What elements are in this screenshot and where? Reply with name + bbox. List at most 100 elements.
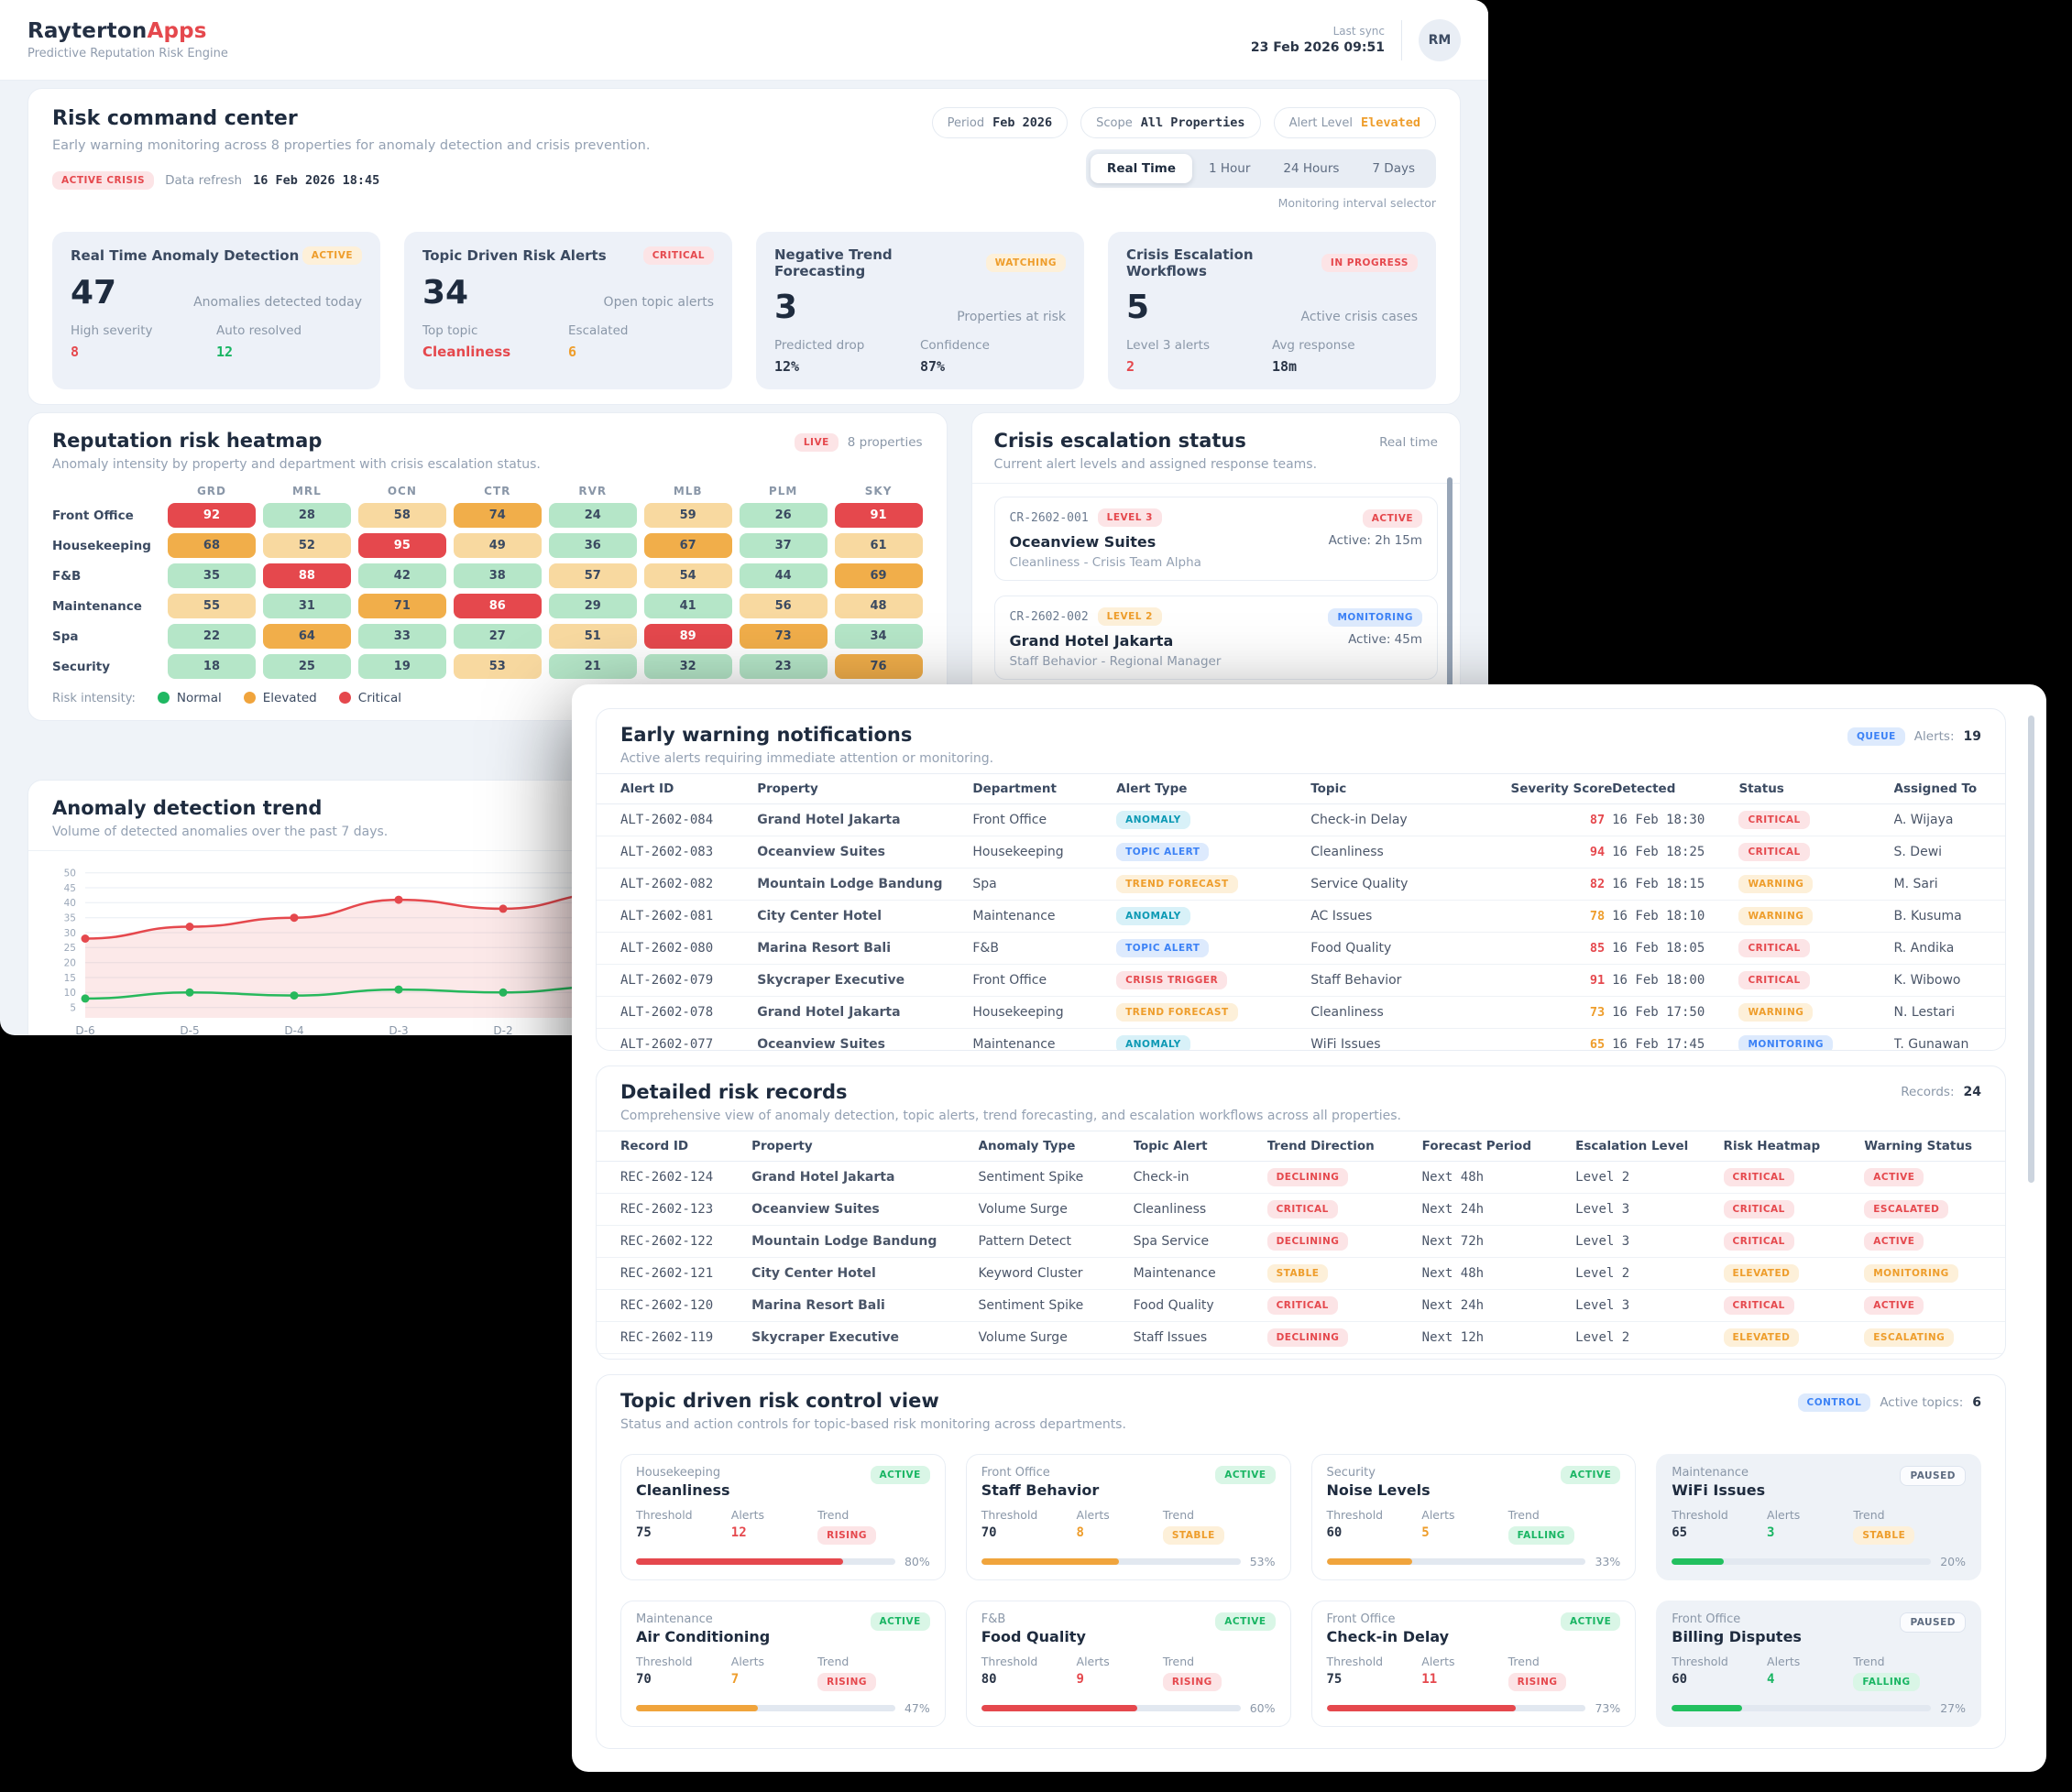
alert-row[interactable]: ALT-2602-081City Center HotelMaintenance…: [597, 901, 2005, 933]
crisis-duration: Active: 2h 15m: [1329, 533, 1422, 551]
cell-anomaly: Pattern Detect: [979, 1226, 1134, 1258]
cell-status: CRITICAL: [1738, 965, 1893, 997]
heatmap-cell[interactable]: 53: [454, 654, 542, 679]
heatmap-cell[interactable]: 95: [358, 533, 446, 558]
alert-row[interactable]: ALT-2602-079Skycraper ExecutiveFront Off…: [597, 965, 2005, 997]
heatmap-cell[interactable]: 27: [454, 624, 542, 649]
heatmap-cell[interactable]: 24: [549, 503, 637, 528]
cell-assigned: N. Lestari: [1894, 997, 2005, 1029]
heatmap-cell[interactable]: 22: [168, 624, 256, 649]
topic-card-wifi-issues[interactable]: Maintenance WiFi Issues PAUSED Threshold…: [1656, 1454, 1981, 1580]
heatmap-cell[interactable]: 54: [644, 563, 732, 588]
cell-warning: ESCALATING: [1864, 1322, 2005, 1354]
record-row[interactable]: REC-2602-121City Center HotelKeyword Clu…: [597, 1258, 2005, 1290]
heatmap-cell[interactable]: 48: [835, 594, 923, 618]
topic-card-noise-levels[interactable]: Security Noise Levels ACTIVE Threshold 6…: [1311, 1454, 1637, 1580]
record-row[interactable]: REC-2602-119Skycraper ExecutiveVolume Su…: [597, 1322, 2005, 1354]
heatmap-cell[interactable]: 31: [263, 594, 351, 618]
topic-card-food-quality[interactable]: F&B Food Quality ACTIVE Threshold 80 Ale…: [966, 1601, 1291, 1727]
status-badge: LEVEL 3: [1098, 508, 1162, 527]
heatmap-cell[interactable]: 57: [549, 563, 637, 588]
interval-1-hour[interactable]: 1 Hour: [1192, 154, 1266, 183]
svg-text:20: 20: [64, 958, 76, 969]
interval-real-time[interactable]: Real Time: [1091, 154, 1192, 183]
alert-row[interactable]: ALT-2602-080Marina Resort BaliF&BTOPIC A…: [597, 933, 2005, 965]
avatar[interactable]: RM: [1419, 19, 1461, 61]
heatmap-cell[interactable]: 19: [358, 654, 446, 679]
heatmap-cell[interactable]: 26: [740, 503, 828, 528]
heatmap-cell[interactable]: 73: [740, 624, 828, 649]
alert-row[interactable]: ALT-2602-084Grand Hotel JakartaFront Off…: [597, 804, 2005, 836]
scrollbar[interactable]: [1447, 477, 1453, 706]
kpi-title: Topic Driven Risk Alerts: [422, 247, 607, 264]
alert-row[interactable]: ALT-2602-082Mountain Lodge BandungSpaTRE…: [597, 869, 2005, 901]
crisis-case[interactable]: CR-2602-001 LEVEL 3 ACTIVE Oceanview Sui…: [994, 497, 1438, 581]
heatmap-cell[interactable]: 67: [644, 533, 732, 558]
topic-card-staff-behavior[interactable]: Front Office Staff Behavior ACTIVE Thres…: [966, 1454, 1291, 1580]
legend-item-critical: Critical: [339, 691, 401, 705]
heatmap-cell[interactable]: 88: [263, 563, 351, 588]
heatmap-cell[interactable]: 49: [454, 533, 542, 558]
heatmap-cell[interactable]: 76: [835, 654, 923, 679]
heatmap-cell[interactable]: 18: [168, 654, 256, 679]
record-row[interactable]: REC-2602-120Marina Resort BaliSentiment …: [597, 1290, 2005, 1322]
heatmap-cell[interactable]: 86: [454, 594, 542, 618]
heatmap-cell[interactable]: 52: [263, 533, 351, 558]
heatmap-cell[interactable]: 38: [454, 563, 542, 588]
interval-7-days[interactable]: 7 Days: [1355, 154, 1431, 183]
heatmap-cell[interactable]: 29: [549, 594, 637, 618]
heatmap-cell[interactable]: 33: [358, 624, 446, 649]
heatmap-cell[interactable]: 41: [644, 594, 732, 618]
heatmap-cell[interactable]: 21: [549, 654, 637, 679]
heatmap-cell[interactable]: 36: [549, 533, 637, 558]
heatmap-cell[interactable]: 56: [740, 594, 828, 618]
heatmap-cell[interactable]: 74: [454, 503, 542, 528]
heatmap-cell[interactable]: 37: [740, 533, 828, 558]
heatmap-cell[interactable]: 51: [549, 624, 637, 649]
topic-threshold: Threshold 60: [1327, 1508, 1422, 1545]
topic-card-cleanliness[interactable]: Housekeeping Cleanliness ACTIVE Threshol…: [620, 1454, 946, 1580]
record-row[interactable]: REC-2602-122Mountain Lodge BandungPatter…: [597, 1226, 2005, 1258]
cell-property: Riverfront Boutique: [751, 1354, 978, 1360]
topic-card-check-in-delay[interactable]: Front Office Check-in Delay ACTIVE Thres…: [1311, 1601, 1637, 1727]
heatmap-cell[interactable]: 69: [835, 563, 923, 588]
crisis-case[interactable]: CR-2602-002 LEVEL 2 MONITORING Grand Hot…: [994, 596, 1438, 680]
heatmap-cell[interactable]: 44: [740, 563, 828, 588]
cell-topic: Cleanliness: [1134, 1194, 1267, 1226]
filter-alert-level[interactable]: Alert Level Elevated: [1274, 107, 1436, 138]
interval-24-hours[interactable]: 24 Hours: [1266, 154, 1355, 183]
heatmap-cell[interactable]: 35: [168, 563, 256, 588]
heatmap-cell[interactable]: 58: [358, 503, 446, 528]
heatmap-cell[interactable]: 23: [740, 654, 828, 679]
scrollbar[interactable]: [2028, 716, 2034, 1183]
record-row[interactable]: REC-2602-118Riverfront BoutiquePattern D…: [597, 1354, 2005, 1360]
record-row[interactable]: REC-2602-123Oceanview SuitesVolume Surge…: [597, 1194, 2005, 1226]
filter-period[interactable]: Period Feb 2026: [932, 107, 1069, 138]
heatmap-cell[interactable]: 61: [835, 533, 923, 558]
heatmap-cell[interactable]: 92: [168, 503, 256, 528]
alert-row[interactable]: ALT-2602-077Oceanview SuitesMaintenanceA…: [597, 1029, 2005, 1052]
heatmap-cell[interactable]: 59: [644, 503, 732, 528]
heatmap-cell[interactable]: 89: [644, 624, 732, 649]
heatmap-cell[interactable]: 32: [644, 654, 732, 679]
cell-anomaly: Sentiment Spike: [979, 1162, 1134, 1194]
topic-card-billing-disputes[interactable]: Front Office Billing Disputes PAUSED Thr…: [1656, 1601, 1981, 1727]
heatmap-cell[interactable]: 28: [263, 503, 351, 528]
topic-card-grid: Housekeeping Cleanliness ACTIVE Threshol…: [620, 1454, 1981, 1727]
heatmap-cell[interactable]: 55: [168, 594, 256, 618]
topic-card-air-conditioning[interactable]: Maintenance Air Conditioning ACTIVE Thre…: [620, 1601, 946, 1727]
heatmap-cell[interactable]: 64: [263, 624, 351, 649]
heatmap-cell[interactable]: 42: [358, 563, 446, 588]
cell-type: TOPIC ALERT: [1116, 933, 1310, 965]
heatmap-cell[interactable]: 34: [835, 624, 923, 649]
alert-row[interactable]: ALT-2602-078Grand Hotel JakartaHousekeep…: [597, 997, 2005, 1029]
heatmap-cell[interactable]: 71: [358, 594, 446, 618]
record-row[interactable]: REC-2602-124Grand Hotel JakartaSentiment…: [597, 1162, 2005, 1194]
filter-scope[interactable]: Scope All Properties: [1080, 107, 1260, 138]
alert-row[interactable]: ALT-2602-083Oceanview SuitesHousekeeping…: [597, 836, 2005, 869]
heatmap-cell[interactable]: 25: [263, 654, 351, 679]
heatmap-cell[interactable]: 68: [168, 533, 256, 558]
heatmap-cell[interactable]: 91: [835, 503, 923, 528]
status-badge: STABLE: [1163, 1526, 1224, 1545]
topic-department: Front Office: [1327, 1612, 1450, 1626]
